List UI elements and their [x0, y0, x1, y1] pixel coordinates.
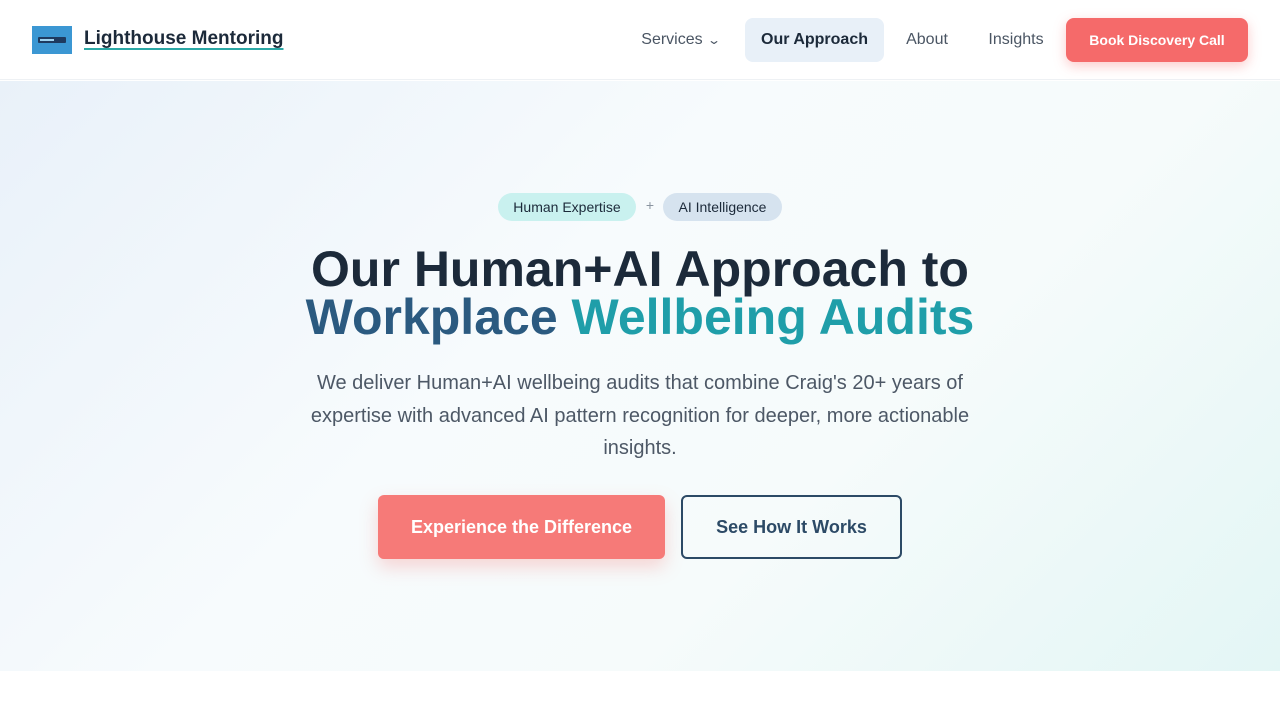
brand-name-link[interactable]: Lighthouse Mentoring	[84, 28, 283, 50]
logo-mark	[38, 37, 66, 43]
human-expertise-pill: Human Expertise	[498, 193, 636, 221]
hero-title-line2: Workplace Wellbeing Audits	[0, 292, 1280, 342]
nav-services-dropdown[interactable]: Services ⌄	[625, 18, 735, 62]
book-discovery-call-button[interactable]: Book Discovery Call	[1066, 18, 1248, 62]
hero-title-line1: Our Human+AI Approach to	[311, 241, 969, 297]
nav-our-approach[interactable]: Our Approach	[745, 18, 884, 62]
ai-intelligence-pill: AI Intelligence	[663, 193, 782, 221]
lighthouse-logo[interactable]	[32, 26, 72, 54]
hero-description: We deliver Human+AI wellbeing audits tha…	[310, 372, 970, 459]
top-navbar: Lighthouse Mentoring Services ⌄ Our Appr…	[0, 0, 1280, 80]
nav-services-label: Services	[641, 31, 703, 48]
hero-title-wellbeing-audits: Wellbeing Audits	[571, 289, 975, 345]
plus-separator: +	[645, 197, 655, 213]
hero-section: Human Expertise + AI Intelligence Our Hu…	[0, 81, 1280, 671]
see-how-it-works-button[interactable]: See How It Works	[681, 495, 902, 559]
experience-difference-button[interactable]: Experience the Difference	[378, 495, 665, 559]
chevron-down-icon: ⌄	[706, 33, 721, 47]
nav-insights[interactable]: Insights	[976, 18, 1056, 62]
nav-about[interactable]: About	[895, 18, 959, 62]
hero-title-workplace: Workplace	[305, 289, 572, 345]
